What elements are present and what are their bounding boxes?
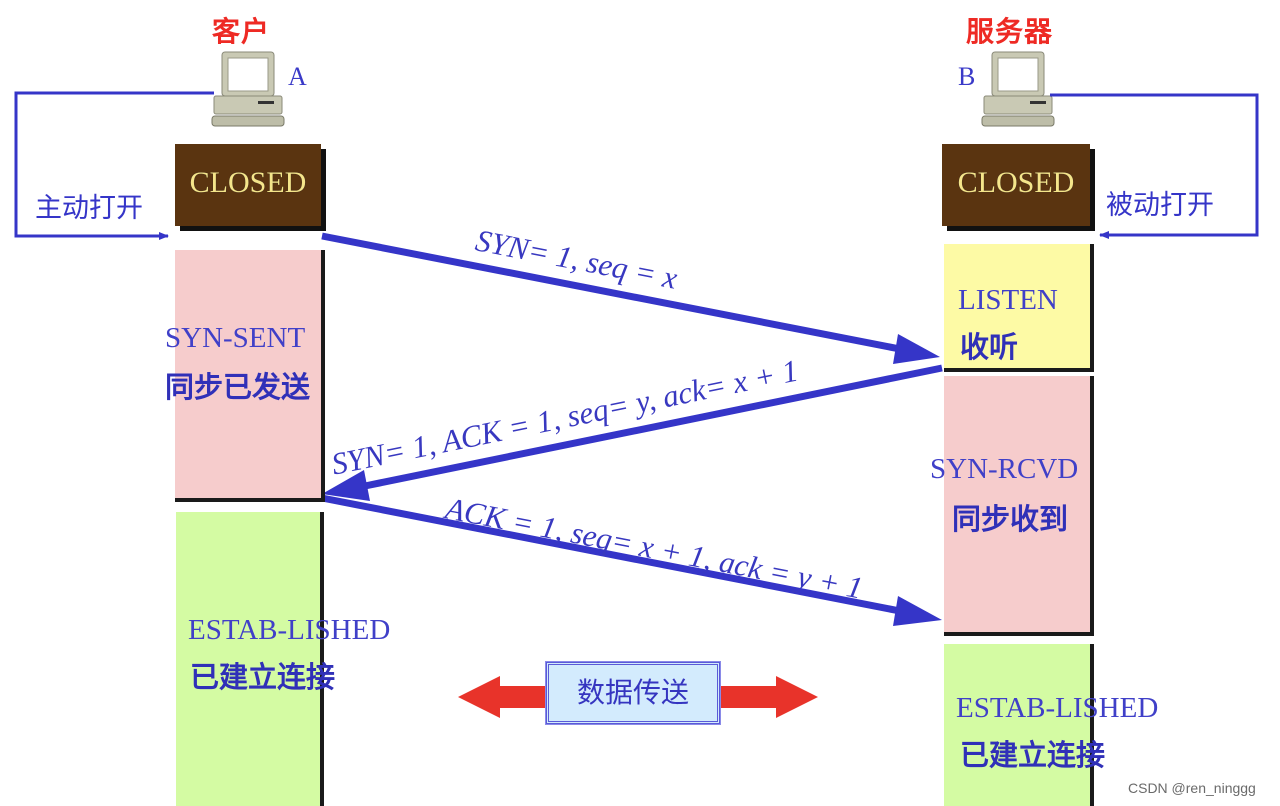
- server-computer-icon: [981, 51, 1055, 127]
- server-state-closed: CLOSED: [942, 144, 1090, 226]
- client-established-zh-label: 已建立连接: [190, 660, 336, 694]
- server-established-zh-label: 已建立连接: [960, 738, 1106, 772]
- server-state-established: [944, 644, 1094, 806]
- syn-sent-label: SYN-SENT: [165, 322, 306, 354]
- client-state-closed: CLOSED: [175, 144, 321, 226]
- data-transfer-box: 数据传送: [545, 661, 721, 725]
- listen-label: LISTEN: [958, 284, 1058, 316]
- server-established-label: ESTAB-LISHED: [956, 692, 1159, 724]
- listen-zh-label: 收听: [960, 330, 1019, 364]
- client-computer-icon: [211, 51, 285, 127]
- server-closed-label: CLOSED: [957, 166, 1075, 199]
- syn-rcvd-label: SYN-RCVD: [930, 453, 1079, 485]
- syn-rcvd-zh-label: 同步收到: [952, 502, 1069, 536]
- watermark: CSDN @ren_ninggg: [1128, 780, 1256, 796]
- syn-sent-zh-label: 同步已发送: [165, 370, 311, 404]
- client-established-label: ESTAB-LISHED: [188, 614, 391, 646]
- client-closed-label: CLOSED: [189, 166, 307, 199]
